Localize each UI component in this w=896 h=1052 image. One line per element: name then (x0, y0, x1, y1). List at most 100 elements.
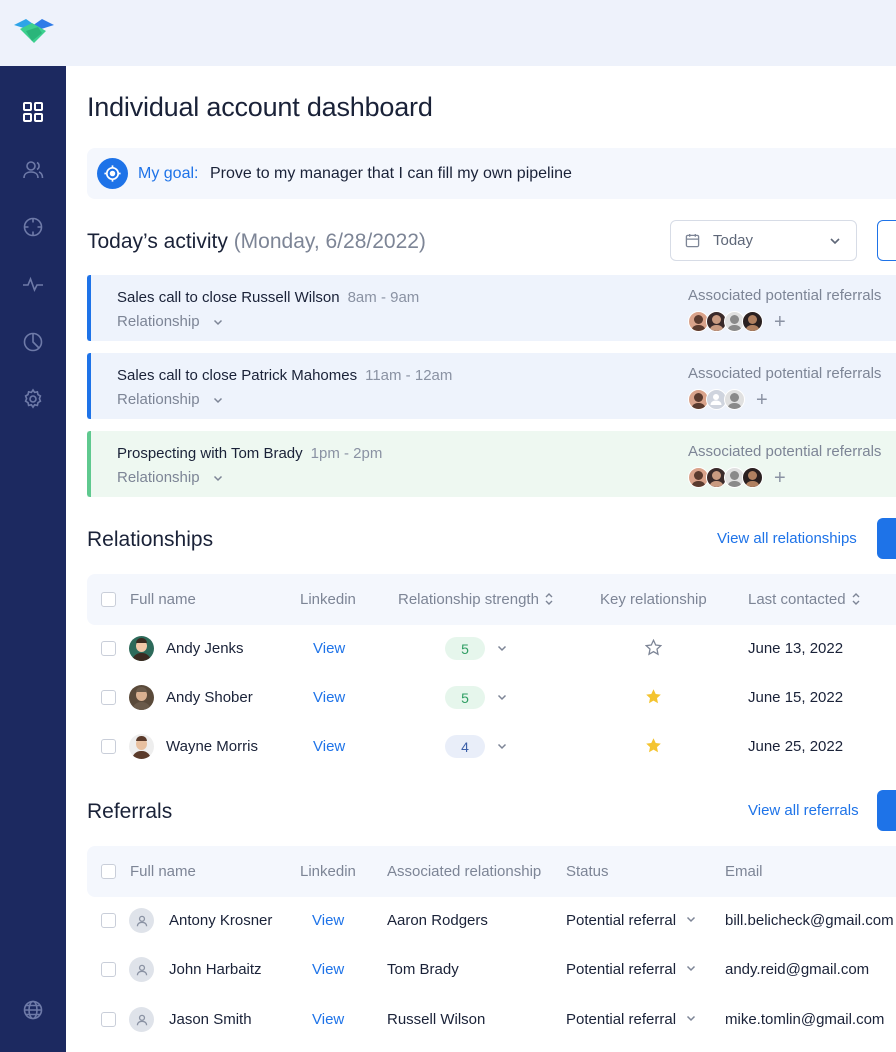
column-header-sortable[interactable]: Relationship strength (398, 591, 554, 608)
full-name: Andy Shober (166, 689, 253, 706)
activity-card[interactable]: Prospecting with Tom Brady 1pm - 2pm Relat… (87, 431, 896, 497)
activity-card[interactable]: Sales call to close Russell Wilson 8am - … (87, 275, 896, 341)
activity-type-label: Relationship (117, 313, 200, 330)
activity-time: 11am - 12am (365, 367, 453, 384)
associated-referrals-label: Associated potential referrals (688, 365, 882, 382)
globe-icon[interactable] (21, 998, 45, 1022)
select-all-checkbox[interactable] (101, 864, 116, 879)
linkedin-view-link[interactable]: View (312, 1011, 344, 1028)
linkedin-view-link[interactable]: View (313, 738, 345, 755)
email: mike.tomlin@gmail.com (725, 1011, 885, 1028)
date-filter-select[interactable]: Today (670, 220, 857, 261)
column-header: Email (725, 863, 763, 880)
gear-icon[interactable] (21, 387, 45, 411)
full-name: Wayne Morris (166, 738, 258, 755)
activity-type-dropdown[interactable]: Relationship (117, 391, 224, 408)
avatar (129, 685, 154, 710)
associated-avatars: + (688, 389, 768, 410)
date-filter-value: Today (713, 232, 754, 249)
row-checkbox[interactable] (101, 641, 116, 656)
people-icon[interactable] (21, 158, 45, 182)
star-icon[interactable] (645, 688, 662, 705)
calendar-icon (685, 233, 700, 248)
pie-chart-icon[interactable] (21, 330, 45, 354)
table-row[interactable]: John Harbaitz View Tom Brady Potential refe… (87, 945, 896, 994)
key-relationship-toggle[interactable] (644, 638, 663, 660)
avatar[interactable] (742, 467, 763, 488)
star-outline-icon[interactable] (644, 638, 663, 656)
view-all-relationships-link[interactable]: View all relationships (717, 530, 857, 547)
status-dropdown[interactable]: Potential referral (566, 961, 697, 978)
table-row[interactable]: Antony Krosner View Aaron Rodgers Potential… (87, 896, 896, 945)
column-header-sortable[interactable]: Last contacted (748, 591, 861, 608)
status-label: Potential referral (566, 1011, 677, 1028)
status-dropdown[interactable]: Potential referral (566, 912, 697, 929)
avatar (129, 636, 154, 661)
linkedin-view-link[interactable]: View (313, 689, 345, 706)
select-all-checkbox[interactable] (101, 592, 116, 607)
activity-icon[interactable] (21, 272, 45, 296)
column-header: Full name (130, 863, 196, 880)
table-row[interactable]: Andy Jenks View 5 June 13, 2022 (87, 624, 896, 673)
target-icon (97, 158, 128, 189)
chevron-down-icon (213, 319, 222, 325)
user-placeholder-icon (129, 1007, 154, 1032)
column-header: Full name (130, 591, 196, 608)
strength-dropdown[interactable] (496, 641, 508, 658)
activity-date: (Monday, 6/28/2022) (233, 230, 426, 253)
activity-type-dropdown[interactable]: Relationship (117, 313, 224, 330)
status-label: Potential referral (566, 961, 677, 978)
add-referral-icon[interactable]: + (774, 312, 786, 332)
linkedin-view-link[interactable]: View (313, 640, 345, 657)
row-checkbox[interactable] (101, 913, 116, 928)
handshake-logo[interactable] (12, 17, 56, 47)
add-referral-icon[interactable]: + (756, 390, 768, 410)
activity-accent-bar (87, 353, 91, 419)
full-name: John Harbaitz (169, 961, 262, 978)
row-checkbox[interactable] (101, 739, 116, 754)
key-relationship-toggle[interactable] (645, 737, 662, 758)
add-relationship-button[interactable] (877, 518, 896, 559)
table-row[interactable]: Jason Smith View Russell Wilson Potential r… (87, 995, 896, 1044)
goal-text: Prove to my manager that I can fill my o… (210, 165, 572, 182)
table-row[interactable]: Andy Shober View 5 June 15, 2022 (87, 673, 896, 722)
add-referral-icon[interactable]: + (774, 468, 786, 488)
column-header: Associated relationship (387, 863, 542, 880)
target-icon[interactable] (21, 215, 45, 239)
chevron-down-icon (830, 238, 840, 245)
star-icon[interactable] (645, 737, 662, 754)
strength-dropdown[interactable] (496, 690, 508, 707)
strength-dropdown[interactable] (496, 739, 508, 756)
avatar[interactable] (742, 311, 763, 332)
linkedin-view-link[interactable]: View (312, 912, 344, 929)
page-title: Individual account dashboard (87, 92, 433, 122)
user-placeholder-icon (129, 908, 154, 933)
row-checkbox[interactable] (101, 1012, 116, 1027)
column-header: Linkedin (300, 863, 356, 880)
activity-type-dropdown[interactable]: Relationship (117, 469, 224, 486)
strength-badge: 5 (445, 686, 485, 709)
dashboard-icon[interactable] (21, 100, 45, 124)
avatar[interactable] (724, 389, 745, 410)
top-bar (0, 0, 896, 66)
add-referral-button[interactable] (877, 790, 896, 831)
associated-referrals-label: Associated potential referrals (688, 443, 882, 460)
activity-type-label: Relationship (117, 469, 200, 486)
goal-banner: My goal: Prove to my manager that I can … (87, 148, 896, 199)
full-name: Andy Jenks (166, 640, 244, 657)
add-activity-button[interactable] (877, 220, 896, 261)
key-relationship-toggle[interactable] (645, 688, 662, 709)
associated-relationship: Aaron Rodgers (387, 912, 488, 929)
linkedin-view-link[interactable]: View (312, 961, 344, 978)
view-all-referrals-link[interactable]: View all referrals (748, 802, 859, 819)
table-row[interactable]: Wayne Morris View 4 June 25, 2022 (87, 722, 896, 771)
full-name: Antony Krosner (169, 912, 273, 929)
activity-card[interactable]: Sales call to close Patrick Mahomes 11am … (87, 353, 896, 419)
avatar (129, 734, 154, 759)
activity-time: 1pm - 2pm (310, 445, 383, 462)
status-dropdown[interactable]: Potential referral (566, 1011, 697, 1028)
associated-referrals-label: Associated potential referrals (688, 287, 882, 304)
row-checkbox[interactable] (101, 690, 116, 705)
row-checkbox[interactable] (101, 962, 116, 977)
chevron-down-icon (213, 397, 222, 403)
